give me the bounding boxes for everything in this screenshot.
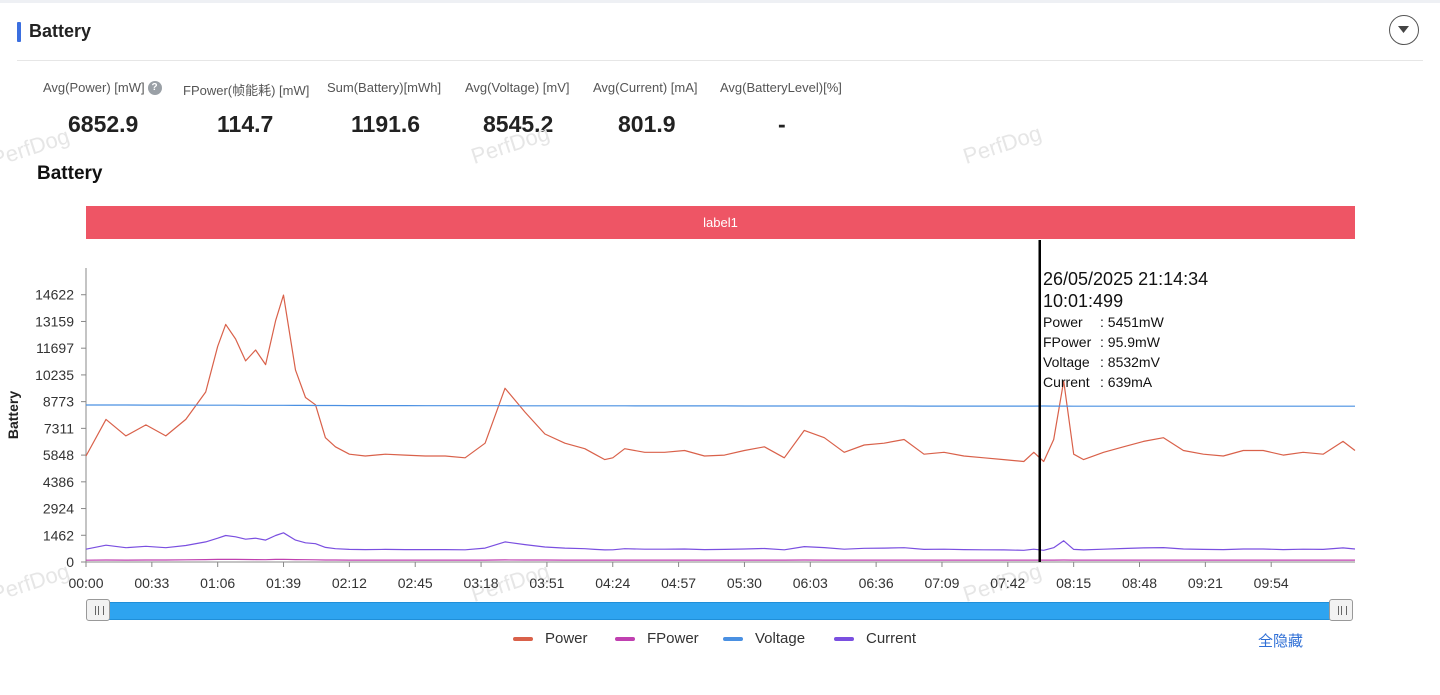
x-tick-label: 09:21 [1188, 575, 1223, 591]
x-tick-label: 05:30 [727, 575, 762, 591]
series-line-current [85, 532, 1356, 551]
y-tick-label: 8773 [43, 394, 74, 410]
y-axis-label: Battery [5, 391, 21, 439]
legend-label: Current [866, 630, 917, 647]
x-tick-label: 06:03 [793, 575, 828, 591]
legend-item-fpower[interactable]: FPower [615, 630, 699, 647]
chart-tooltip: 26/05/2025 21:14:34 10:01:499 Power: 545… [1043, 268, 1208, 392]
range-slider-track[interactable] [100, 602, 1341, 620]
y-tick-label: 10235 [35, 367, 74, 383]
y-tick-label: 1462 [43, 527, 74, 543]
tooltip-row-current: Current: 639mA [1043, 374, 1153, 390]
legend-swatch [615, 636, 635, 641]
legend-swatch [834, 636, 854, 641]
x-tick-label: 00:00 [68, 575, 103, 591]
x-tick-label: 02:45 [398, 575, 433, 591]
legend-swatch [723, 636, 743, 641]
x-tick-label: 00:33 [134, 575, 169, 591]
tooltip-datetime: 26/05/2025 21:14:34 [1043, 269, 1209, 289]
x-tick-label: 07:42 [990, 575, 1025, 591]
legend-label: FPower [647, 630, 699, 647]
grip-icon [95, 606, 104, 615]
x-tick-label: 04:57 [661, 575, 696, 591]
legend-item-current[interactable]: Current [834, 630, 916, 647]
tooltip-key: FPower [1043, 334, 1092, 350]
x-tick-label: 01:39 [266, 575, 301, 591]
legend-item-power[interactable]: Power [513, 630, 588, 647]
x-tick-label: 08:15 [1056, 575, 1091, 591]
tooltip-key: Current [1043, 374, 1090, 390]
range-end-handle[interactable] [1329, 599, 1353, 621]
legend-label: Voltage [755, 630, 806, 647]
series-line-fpower [85, 558, 1355, 561]
x-tick-label: 02:12 [332, 575, 367, 591]
tooltip-value: 95.9mW [1107, 334, 1160, 350]
grip-icon [1338, 606, 1347, 615]
y-tick-label: 4386 [43, 474, 74, 490]
x-tick-label: 03:18 [464, 575, 499, 591]
tooltip-key: Power [1043, 314, 1083, 330]
x-tick-label: 09:54 [1254, 575, 1289, 591]
x-tick-label: 07:09 [924, 575, 959, 591]
x-tick-label: 04:24 [595, 575, 630, 591]
y-tick-label: 0 [66, 554, 74, 570]
x-tick-label: 01:06 [200, 575, 235, 591]
tooltip-key: Voltage [1043, 354, 1090, 370]
x-tick-label: 06:36 [859, 575, 894, 591]
range-start-handle[interactable] [86, 599, 110, 621]
tooltip-elapsed: 10:01:499 [1043, 291, 1124, 311]
range-slider[interactable] [86, 599, 1355, 621]
y-tick-label: 13159 [35, 313, 74, 329]
battery-chart[interactable]: 0 1462 2924 4386 5848 7311 8773 10235 11697 13159… [0, 0, 1440, 695]
y-tick-label: 11697 [36, 340, 74, 356]
legend-item-voltage[interactable]: Voltage [723, 630, 805, 647]
hide-all-link[interactable]: 全隐藏 [1258, 630, 1303, 651]
tooltip-value: 5451mW [1107, 314, 1164, 330]
tooltip-value: 639mA [1107, 374, 1153, 390]
tooltip-row-power: Power: 5451mW [1043, 314, 1164, 330]
series-line-voltage [86, 404, 1355, 407]
chart-legend: Power FPower Voltage Current [0, 630, 1440, 650]
tooltip-row-voltage: Voltage: 8532mV [1043, 354, 1160, 370]
x-tick-label: 03:51 [529, 575, 564, 591]
tooltip-value: 8532mV [1107, 354, 1160, 370]
tooltip-row-fpower: FPower: 95.9mW [1043, 334, 1160, 350]
y-tick-label: 2924 [43, 501, 74, 517]
legend-label: Power [545, 630, 588, 647]
x-tick-label: 08:48 [1122, 575, 1157, 591]
legend-swatch [513, 636, 533, 641]
y-tick-label: 5848 [43, 447, 74, 463]
y-tick-label: 7311 [44, 420, 74, 436]
y-tick-label: 14622 [35, 287, 74, 303]
